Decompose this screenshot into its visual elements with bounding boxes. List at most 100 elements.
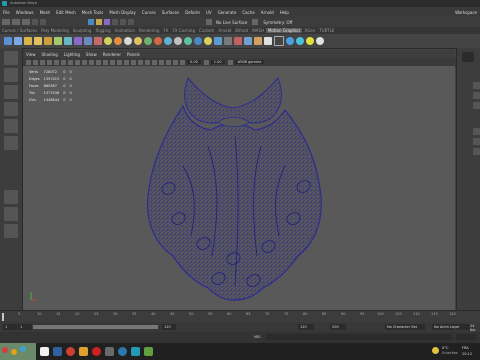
playback-start-field[interactable]: 1 bbox=[18, 324, 32, 330]
menu-edit-mesh[interactable]: Edit Mesh bbox=[53, 10, 79, 15]
polygon-cube-icon[interactable] bbox=[34, 37, 42, 45]
windows-start-icon[interactable] bbox=[40, 347, 49, 356]
viewport-menu-show[interactable]: Show bbox=[83, 52, 100, 57]
max-time-field[interactable]: 200 bbox=[330, 324, 346, 330]
modeling-toolkit-icon[interactable] bbox=[462, 52, 474, 62]
viewport-menu-panels[interactable]: Panels bbox=[124, 52, 143, 57]
crease-icon[interactable] bbox=[234, 37, 242, 45]
quad-draw-icon[interactable] bbox=[184, 37, 192, 45]
tool-settings-tab[interactable] bbox=[473, 92, 480, 99]
safe-title-icon[interactable] bbox=[124, 59, 129, 65]
exposure-icon[interactable] bbox=[180, 59, 185, 65]
menu-curves[interactable]: Curves bbox=[139, 10, 159, 15]
nurbs-cube-icon[interactable] bbox=[14, 37, 22, 45]
transfer-icon[interactable] bbox=[244, 37, 252, 45]
channel-box-tab[interactable] bbox=[473, 102, 480, 109]
extrude-icon[interactable] bbox=[114, 37, 122, 45]
color-management-icon[interactable] bbox=[227, 59, 233, 65]
weather-icon[interactable] bbox=[432, 347, 439, 354]
target-weld-icon[interactable] bbox=[204, 37, 212, 45]
shelf-tab[interactable]: Rigging bbox=[93, 28, 112, 33]
camera-icon[interactable] bbox=[26, 59, 31, 65]
store-icon[interactable] bbox=[105, 347, 114, 356]
clock[interactable]: 20:12 bbox=[462, 352, 472, 356]
gate-mask-icon[interactable] bbox=[103, 59, 108, 65]
new-scene-icon[interactable] bbox=[2, 19, 10, 25]
sculpt-icon[interactable] bbox=[104, 37, 112, 45]
shelf-tab[interactable]: TURTLE bbox=[317, 28, 336, 33]
triangulate-icon[interactable] bbox=[286, 37, 294, 45]
smooth-icon[interactable] bbox=[94, 37, 102, 45]
menu-file[interactable]: File bbox=[0, 10, 13, 15]
outliner-tab[interactable] bbox=[473, 138, 480, 145]
layout-outliner-icon[interactable] bbox=[4, 224, 18, 238]
smooth-shade-icon[interactable] bbox=[54, 59, 59, 65]
anti-aliasing-icon[interactable] bbox=[166, 59, 171, 65]
shelf-tab[interactable]: Animation bbox=[113, 28, 137, 33]
isolate-icon[interactable] bbox=[82, 59, 87, 65]
shelf-tab-active[interactable]: Motion Graphics bbox=[265, 28, 303, 33]
lasso-tool-icon[interactable] bbox=[4, 68, 18, 82]
separate-icon[interactable] bbox=[84, 37, 92, 45]
snap-curve-icon[interactable] bbox=[120, 19, 126, 25]
camera-attributes-icon[interactable] bbox=[138, 59, 143, 65]
start-time-field[interactable]: 1 bbox=[3, 324, 17, 330]
character-set-dropdown[interactable]: No Character Set bbox=[385, 324, 425, 330]
menu-generate[interactable]: Generate bbox=[215, 10, 240, 15]
menu-arnold[interactable]: Arnold bbox=[258, 10, 277, 15]
resolution-gate-icon[interactable] bbox=[96, 59, 101, 65]
modeling-toolkit-tab[interactable] bbox=[473, 148, 480, 155]
symmetry-label[interactable]: Symmetry: Off bbox=[260, 20, 295, 25]
reduce-icon[interactable] bbox=[254, 37, 262, 45]
textured-icon[interactable] bbox=[61, 59, 66, 65]
quadrangulate-icon[interactable] bbox=[296, 37, 304, 45]
no-live-surface-label[interactable]: No Live Surface bbox=[213, 20, 250, 25]
colorspace-dropdown[interactable]: sRGB gamma bbox=[234, 60, 265, 64]
multi-cut-icon[interactable] bbox=[164, 37, 172, 45]
file-explorer-icon[interactable] bbox=[79, 347, 88, 356]
menu-help[interactable]: Help bbox=[277, 10, 292, 15]
command-language-label[interactable]: MEL bbox=[254, 335, 261, 339]
select-by-object-icon[interactable] bbox=[96, 19, 102, 25]
insert-edge-loop-icon[interactable] bbox=[214, 37, 222, 45]
menu-surfaces[interactable]: Surfaces bbox=[159, 10, 182, 15]
cleanup-icon[interactable] bbox=[264, 37, 272, 45]
bridge-icon[interactable] bbox=[124, 37, 132, 45]
lights-icon[interactable] bbox=[68, 59, 73, 65]
shelf-tab[interactable]: Custom bbox=[197, 28, 216, 33]
viewport[interactable]: Verts 728072 0 0 Edges 1397415 0 0 Faces 669387… bbox=[23, 66, 455, 310]
shelf-tab[interactable]: Poly Modeling bbox=[39, 28, 71, 33]
select-by-hierarchy-icon[interactable] bbox=[88, 19, 94, 25]
film-gate-icon[interactable] bbox=[131, 59, 136, 65]
polygon-cylinder-icon[interactable] bbox=[44, 37, 52, 45]
command-input[interactable] bbox=[266, 334, 452, 340]
shelf-tab[interactable]: Curves / Surfaces bbox=[0, 28, 39, 33]
bevel-icon[interactable] bbox=[134, 37, 142, 45]
menu-mesh-display[interactable]: Mesh Display bbox=[106, 10, 139, 15]
live-surface-icon[interactable] bbox=[206, 19, 212, 25]
gamma-field[interactable]: 1.00 bbox=[210, 60, 225, 64]
beard-mesh[interactable] bbox=[23, 66, 455, 310]
mirror-icon[interactable] bbox=[194, 37, 202, 45]
shelf-tab[interactable]: FX Caching bbox=[171, 28, 197, 33]
ambient-occlusion-icon[interactable] bbox=[159, 59, 164, 65]
shelf-tab[interactable]: XGen bbox=[302, 28, 317, 33]
shelf-tab[interactable]: FX bbox=[161, 28, 170, 33]
menu-windows[interactable]: Windows bbox=[13, 10, 37, 15]
grid-icon[interactable] bbox=[40, 59, 45, 65]
menu-mesh[interactable]: Mesh bbox=[37, 10, 54, 15]
exposure-field[interactable]: 0.00 bbox=[187, 60, 201, 64]
image-plane-icon[interactable] bbox=[33, 59, 38, 65]
motion-blur-icon[interactable] bbox=[152, 59, 157, 65]
open-scene-icon[interactable] bbox=[12, 19, 20, 25]
save-scene-icon[interactable] bbox=[22, 19, 30, 25]
fps-dropdown[interactable]: 24 fps bbox=[470, 324, 480, 332]
move-tool-icon[interactable] bbox=[4, 102, 18, 116]
viewport-menu-view[interactable]: View bbox=[23, 52, 39, 57]
maya-taskbar-icon[interactable] bbox=[131, 347, 140, 356]
edge-icon[interactable] bbox=[118, 347, 127, 356]
safe-action-icon[interactable] bbox=[117, 59, 122, 65]
layout-single-icon[interactable] bbox=[4, 190, 18, 204]
range-bar[interactable] bbox=[33, 325, 158, 329]
opera-icon[interactable] bbox=[92, 347, 101, 356]
